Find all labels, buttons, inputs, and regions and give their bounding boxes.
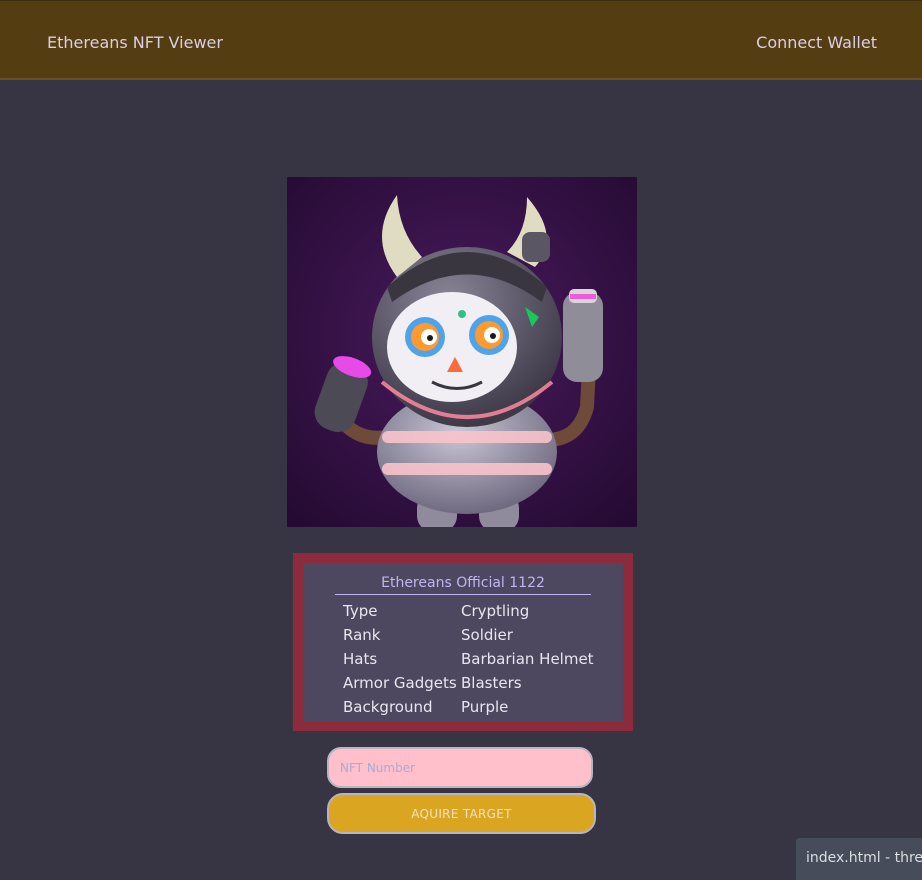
trait-value: Cryptling: [461, 602, 530, 620]
nft-title: Ethereans Official 1122: [335, 574, 591, 595]
connect-wallet-button[interactable]: Connect Wallet: [756, 33, 877, 52]
trait-value: Blasters: [461, 674, 522, 692]
trait-row: Type Cryptling: [343, 599, 594, 623]
nft-number-input[interactable]: [327, 747, 593, 788]
traits-table: Type Cryptling Rank Soldier Hats Barbari…: [343, 599, 594, 719]
acquire-target-button[interactable]: AQUIRE TARGET: [327, 793, 596, 834]
trait-key: Type: [343, 602, 378, 620]
status-bar: index.html - three: [796, 838, 922, 880]
trait-row: Hats Barbarian Helmet: [343, 647, 594, 671]
status-text: index.html - three: [806, 850, 922, 866]
trait-value: Barbarian Helmet: [461, 650, 594, 668]
trait-row: Rank Soldier: [343, 623, 594, 647]
trait-row: Background Purple: [343, 695, 594, 719]
brand-link[interactable]: Ethereans NFT Viewer: [47, 33, 223, 52]
trait-key: Background: [343, 698, 433, 716]
trait-key: Rank: [343, 626, 381, 644]
navbar: Ethereans NFT Viewer Connect Wallet: [0, 0, 922, 80]
trait-value: Purple: [461, 698, 509, 716]
nft-details-card: Ethereans Official 1122 Type Cryptling R…: [293, 553, 633, 731]
trait-key: Armor Gadgets: [343, 674, 457, 692]
trait-key: Hats: [343, 650, 378, 668]
trait-row: Armor Gadgets Blasters: [343, 671, 594, 695]
nft-image: [287, 177, 637, 527]
trait-value: Soldier: [461, 626, 513, 644]
